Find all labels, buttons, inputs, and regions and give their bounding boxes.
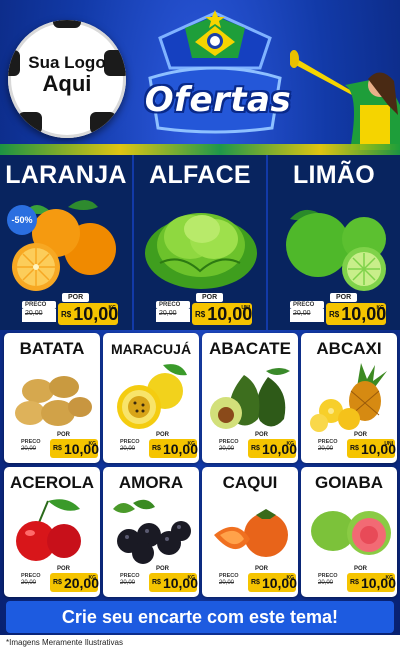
product-card-amora[interactable]: AMORA PRECO 20,00 POR R$ 10,00 KG xyxy=(103,467,199,597)
pineapple-icon xyxy=(310,363,387,432)
lime-icon xyxy=(286,209,386,291)
blackberry-icon xyxy=(113,499,191,564)
price-tag: PRECO 20,00 POR R$ 10,00 KG xyxy=(22,293,118,327)
price-tag: PRECO 20,00 POR R$ 10,00 KG xyxy=(117,565,198,593)
create-flyer-button[interactable]: Crie seu encarte com este tema! xyxy=(6,601,394,633)
disclaimer-text: *Imagens Meramente Ilustrativas xyxy=(0,635,400,650)
product-card-caqui[interactable]: CAQUI PRECO 20,00 POR R$ 10,00 KG xyxy=(202,467,298,597)
old-price: 20,00 xyxy=(216,579,246,590)
old-price: 20,00 xyxy=(216,445,246,456)
price-tag: PRECO 20,00 POR R$ 10,00 KG xyxy=(18,431,99,459)
product-name: GOIABA xyxy=(315,473,383,492)
logo-placeholder: Sua Logo Aqui xyxy=(8,20,126,138)
persimmon-icon xyxy=(214,509,288,557)
product-card-acerola[interactable]: ACEROLA PRECO 20,00 POR R$ 20,00 KG xyxy=(4,467,100,597)
price-tag: PRECO 20,00 POR R$ 10,00 UNI xyxy=(315,431,396,459)
guava-icon xyxy=(311,511,391,555)
fan-with-vuvuzela-icon xyxy=(290,50,400,150)
potato-icon xyxy=(15,376,92,426)
discount-badge: -50% xyxy=(7,205,37,235)
old-price: 20,00 xyxy=(18,579,48,590)
old-price: 20,00 xyxy=(290,309,324,322)
old-price: 20,00 xyxy=(315,579,345,590)
logo-line1: Sua Logo xyxy=(28,53,106,72)
old-price: 20,00 xyxy=(117,445,147,456)
product-name: LIMÃO xyxy=(292,161,376,189)
price-tag: PRECO 20,00 POR R$ 10,00 KG xyxy=(117,431,198,459)
price-tag: PRECO 20,00 POR R$ 10,00 KG xyxy=(290,293,386,327)
lettuce-icon xyxy=(145,213,257,289)
passion-fruit-icon xyxy=(117,364,187,429)
price-tag: PRECO 20,00 POR R$ 10,00 UNI xyxy=(156,293,252,327)
avocado-icon xyxy=(210,368,290,429)
product-name: ALFACE xyxy=(149,161,251,189)
old-price: 20,00 xyxy=(315,445,345,456)
product-card-abacaxi[interactable]: ABCAXI PRECO 20,00 POR R$ 10,00 UNI xyxy=(301,333,397,463)
product-card-limao[interactable]: LIMÃO PRECO 20,00 POR R$ 10,00 KG xyxy=(268,155,400,330)
product-card-goiaba[interactable]: GOIABA PRECO 20,00 POR R$ 10,00 KG xyxy=(301,467,397,597)
product-card-laranja[interactable]: LARANJA -50% PRECO 20,00 POR R$ 10,00 KG xyxy=(0,155,134,330)
price-tag: PRECO 20,00 POR R$ 20,00 KG xyxy=(18,565,99,593)
price-tag: PRECO 20,00 POR R$ 10,00 KG xyxy=(315,565,396,593)
product-card-maracuja[interactable]: MARACUJÁ PRECO 20,00 POR R$ 10,00 KG xyxy=(103,333,199,463)
product-name: ABCAXI xyxy=(316,339,382,358)
product-name: LARANJA xyxy=(5,161,127,189)
product-name: ACEROLA xyxy=(9,473,95,492)
featured-products: LARANJA -50% PRECO 20,00 POR R$ 10,00 KG… xyxy=(0,155,400,330)
product-card-abacate[interactable]: ABACATE PRECO 20,00 POR R$ 10,00 KG xyxy=(202,333,298,463)
product-grid: BATATA PRECO 20,00 POR R$ 10,00 KG MARAC… xyxy=(0,330,400,600)
product-name: CAQUI xyxy=(222,473,278,492)
product-name: BATATA xyxy=(19,339,85,358)
flyer-header: Sua Logo Aqui Ofertas xyxy=(0,0,400,150)
price-tag: PRECO 20,00 POR R$ 10,00 KG xyxy=(216,565,297,593)
product-name: ABACATE xyxy=(209,339,291,358)
old-price: 20,00 xyxy=(117,579,147,590)
flyer-page: Sua Logo Aqui Ofertas LARANJA -50% PRECO… xyxy=(0,0,400,650)
old-price: 20,00 xyxy=(18,445,48,456)
product-card-batata[interactable]: BATATA PRECO 20,00 POR R$ 10,00 KG xyxy=(4,333,100,463)
offers-title: Ofertas xyxy=(144,80,292,120)
product-card-alface[interactable]: ALFACE PRECO 20,00 POR R$ 10,00 UNI xyxy=(134,155,268,330)
price-tag: PRECO 20,00 POR R$ 10,00 KG xyxy=(216,431,297,459)
product-name: MARACUJÁ xyxy=(110,341,192,357)
old-price: 20,00 xyxy=(156,309,190,322)
old-price: 20,00 xyxy=(22,309,56,322)
logo-line2: Aqui xyxy=(42,70,92,96)
product-name: AMORA xyxy=(118,473,184,492)
acerola-icon xyxy=(16,499,81,561)
